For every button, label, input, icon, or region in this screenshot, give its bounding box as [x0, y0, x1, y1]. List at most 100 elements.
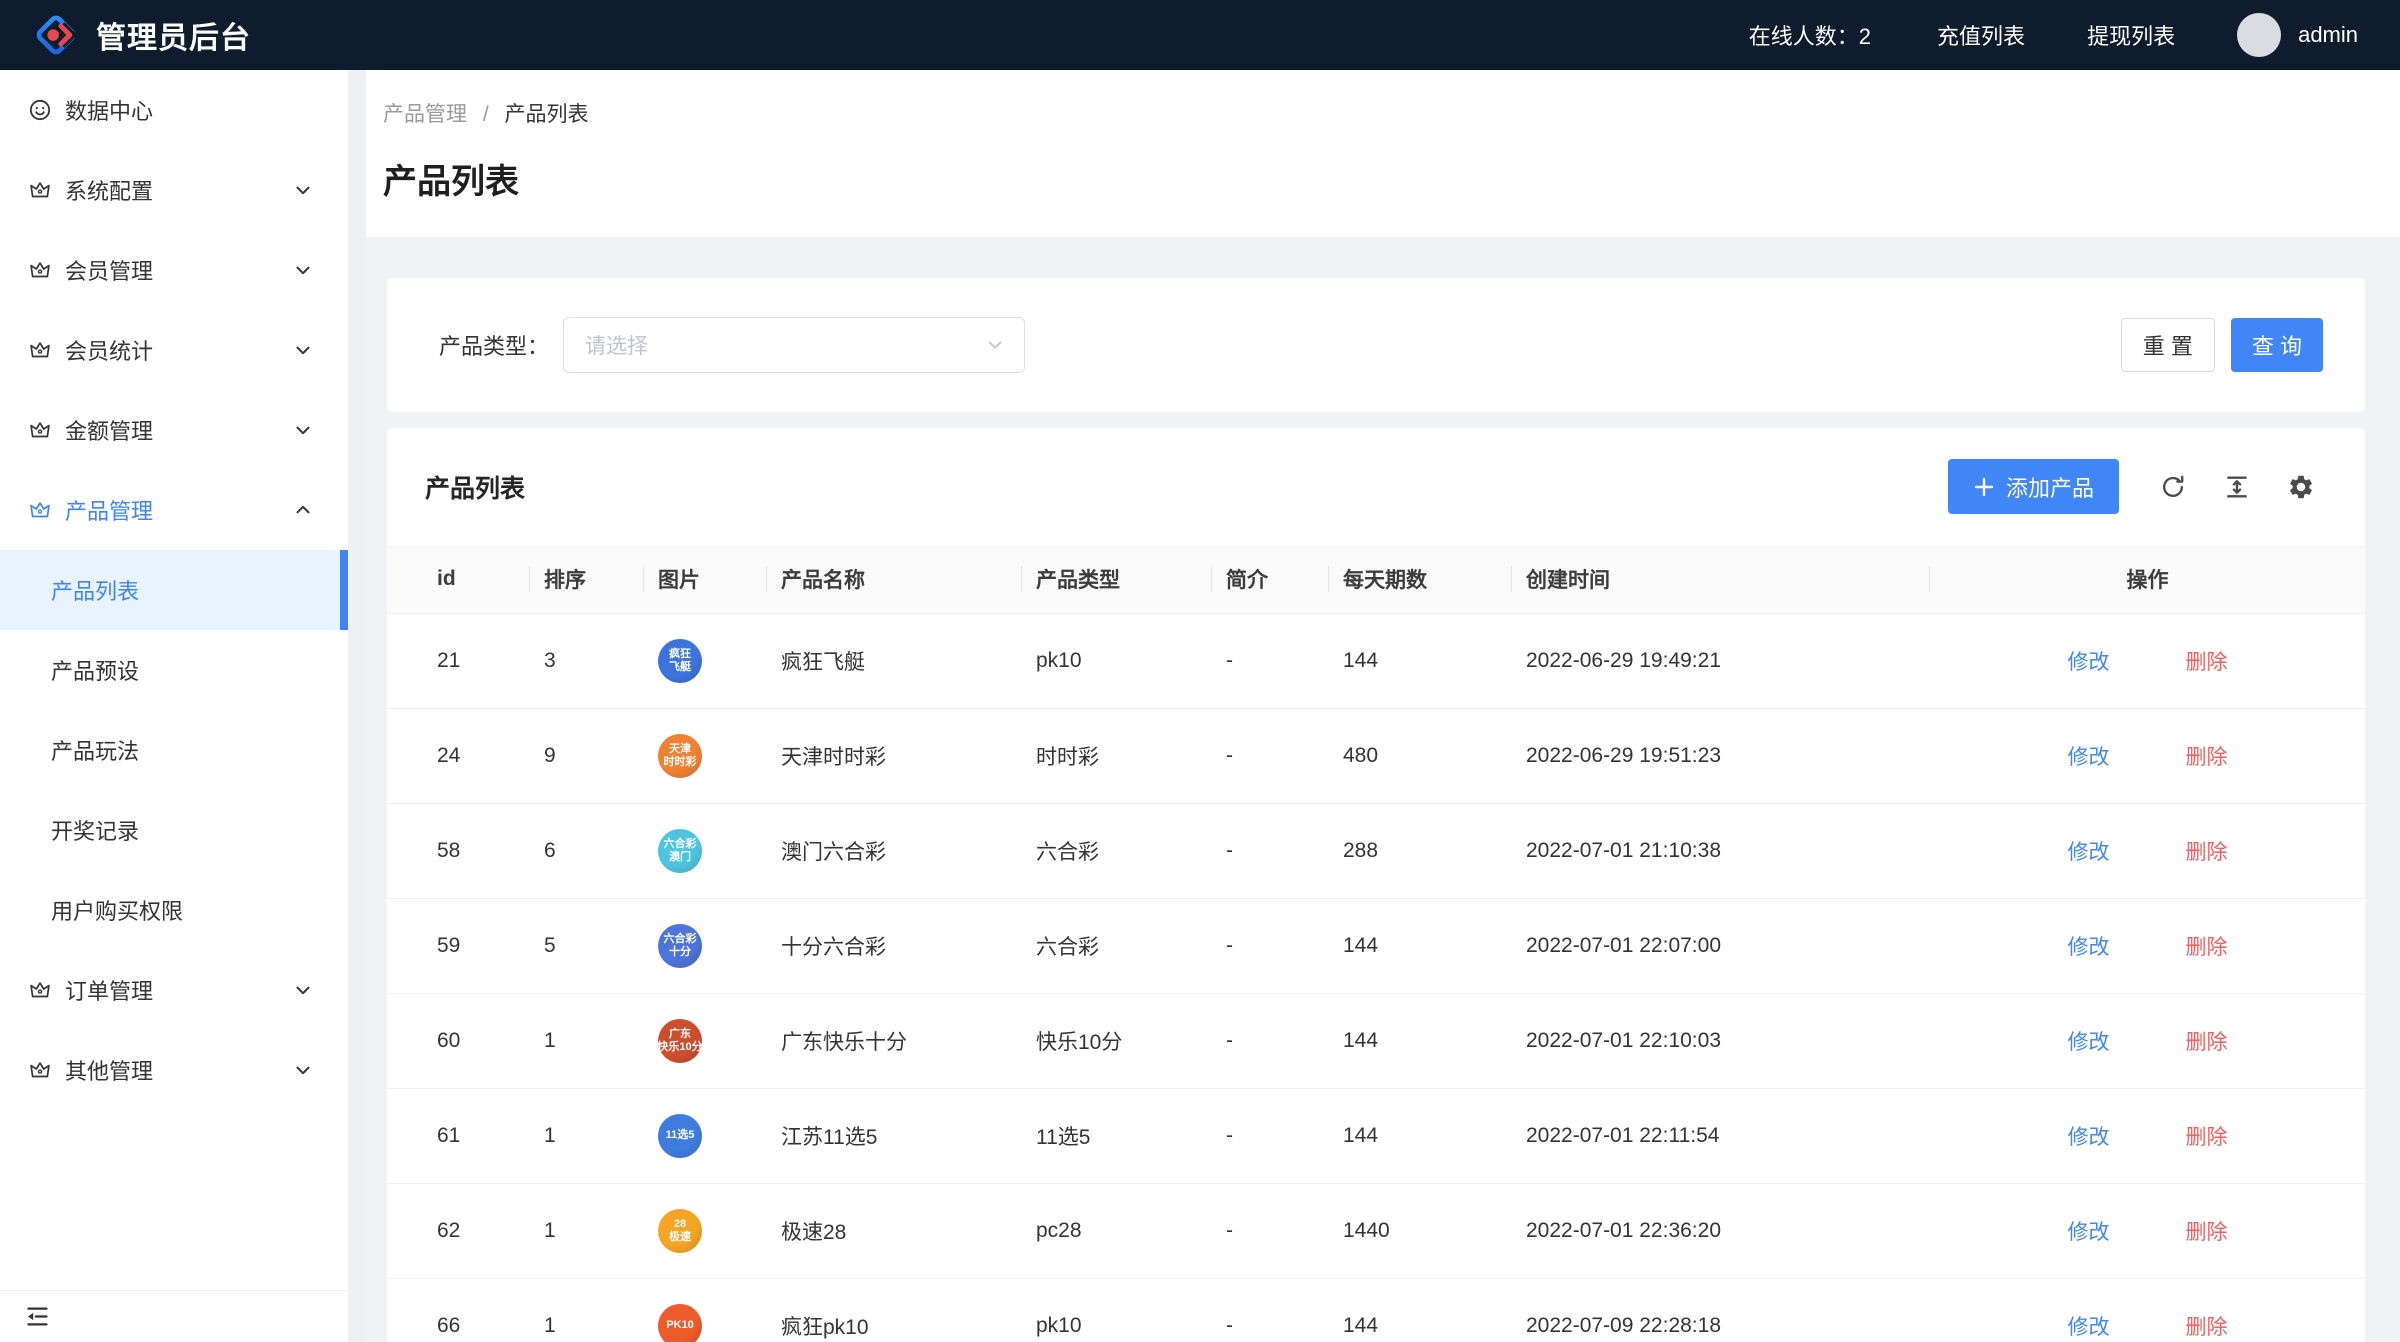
recharge-list-link[interactable]: 充值列表: [1937, 19, 2025, 51]
collapse-sidebar-icon[interactable]: [24, 1303, 51, 1330]
sidebar-item-order-management[interactable]: 订单管理: [0, 950, 348, 1030]
delete-link[interactable]: 删除: [2186, 936, 2228, 959]
search-button[interactable]: 查 询: [2231, 318, 2323, 372]
sidebar-subitem-product-presets[interactable]: 产品预设: [0, 630, 348, 710]
smiley-icon: [28, 98, 52, 122]
delete-link[interactable]: 删除: [2186, 1221, 2228, 1244]
product-image: PK10: [658, 1304, 702, 1342]
add-product-button[interactable]: 添加产品: [1948, 459, 2119, 514]
edit-link[interactable]: 修改: [2068, 1221, 2110, 1244]
sidebar-subitem-user-purchase-permission[interactable]: 用户购买权限: [0, 870, 348, 950]
header-right: 在线人数：2 充值列表 提现列表 admin: [1749, 13, 2358, 57]
cell-image: 广东快乐10分: [644, 993, 767, 1088]
sidebar-item-member-management[interactable]: 会员管理: [0, 230, 348, 310]
table-card-header: 产品列表 添加产品: [387, 428, 2365, 545]
cell-sort: 6: [530, 803, 644, 898]
delete-link[interactable]: 删除: [2186, 651, 2228, 674]
top-header: 管理员后台 在线人数：2 充值列表 提现列表 admin: [0, 0, 2400, 70]
breadcrumb-parent[interactable]: 产品管理: [383, 103, 467, 126]
select-placeholder: 请选择: [585, 330, 648, 360]
product-image: 六合彩澳门: [658, 829, 702, 873]
cell-periods: 144: [1329, 1278, 1512, 1342]
delete-link[interactable]: 删除: [2186, 841, 2228, 864]
cell-image: 疯狂飞艇: [644, 613, 767, 708]
cell-periods: 480: [1329, 708, 1512, 803]
delete-link[interactable]: 删除: [2186, 1126, 2228, 1149]
sidebar-item-product-management[interactable]: 产品管理: [0, 470, 348, 550]
chevron-down-icon: [984, 334, 1006, 356]
crown-icon: [28, 338, 52, 362]
cell-id: 62: [387, 1183, 530, 1278]
cell-actions: 修改 删除: [1930, 708, 2365, 803]
cell-id: 21: [387, 613, 530, 708]
edit-link[interactable]: 修改: [2068, 1316, 2110, 1339]
refresh-icon[interactable]: [2159, 473, 2187, 501]
table-header-row: id排序图片产品名称产品类型简介每天期数创建时间操作: [387, 545, 2365, 613]
column-header: 每天期数: [1329, 545, 1512, 613]
sidebar-item-system-config[interactable]: 系统配置: [0, 150, 348, 230]
delete-link[interactable]: 删除: [2186, 1316, 2228, 1339]
cell-type: 时时彩: [1022, 708, 1212, 803]
withdraw-list-link[interactable]: 提现列表: [2087, 19, 2175, 51]
edit-link[interactable]: 修改: [2068, 651, 2110, 674]
cell-image: 11选5: [644, 1088, 767, 1183]
crown-icon: [28, 418, 52, 442]
delete-link[interactable]: 删除: [2186, 1031, 2228, 1054]
sidebar-item-amount-management[interactable]: 金额管理: [0, 390, 348, 470]
cell-type: 六合彩: [1022, 898, 1212, 993]
crown-icon: [28, 1058, 52, 1082]
cell-created: 2022-06-29 19:49:21: [1512, 613, 1930, 708]
column-header: 创建时间: [1512, 545, 1930, 613]
chevron-down-icon: [292, 259, 314, 281]
breadcrumb-separator: /: [483, 103, 489, 126]
sidebar-subitem-product-play[interactable]: 产品玩法: [0, 710, 348, 790]
product-image: 广东快乐10分: [658, 1019, 702, 1063]
cell-type: pk10: [1022, 1278, 1212, 1342]
user-menu[interactable]: admin: [2237, 13, 2358, 57]
sidebar-item-member-stats[interactable]: 会员统计: [0, 310, 348, 390]
edit-link[interactable]: 修改: [2068, 746, 2110, 769]
cell-actions: 修改 删除: [1930, 1183, 2365, 1278]
sidebar-menu: 数据中心系统配置会员管理会员统计金额管理产品管理产品列表产品预设产品玩法开奖记录…: [0, 70, 348, 1110]
cell-type: pk10: [1022, 613, 1212, 708]
table-row: 595六合彩十分十分六合彩六合彩-1442022-07-01 22:07:00修…: [387, 898, 2365, 993]
edit-link[interactable]: 修改: [2068, 841, 2110, 864]
cell-id: 59: [387, 898, 530, 993]
sidebar-scrollbar[interactable]: [348, 70, 366, 1342]
crown-icon: [28, 978, 52, 1002]
cell-image: PK10: [644, 1278, 767, 1342]
brand[interactable]: 管理员后台: [33, 12, 251, 58]
sidebar-subitem-product-list[interactable]: 产品列表: [0, 550, 348, 630]
cell-name: 疯狂飞艇: [767, 613, 1022, 708]
sidebar-item-label: 会员管理: [65, 254, 292, 286]
chevron-down-icon: [292, 419, 314, 441]
settings-gear-icon[interactable]: [2287, 473, 2315, 501]
cell-intro: -: [1212, 803, 1329, 898]
density-icon[interactable]: [2223, 473, 2251, 501]
cell-intro: -: [1212, 1278, 1329, 1342]
app-title: 管理员后台: [96, 13, 251, 57]
edit-link[interactable]: 修改: [2068, 936, 2110, 959]
edit-link[interactable]: 修改: [2068, 1031, 2110, 1054]
cell-periods: 144: [1329, 898, 1512, 993]
sidebar-subitem-lottery-records[interactable]: 开奖记录: [0, 790, 348, 870]
avatar: [2237, 13, 2281, 57]
cell-image: 六合彩澳门: [644, 803, 767, 898]
delete-link[interactable]: 删除: [2186, 746, 2228, 769]
product-image: 28极速: [658, 1209, 702, 1253]
chevron-down-icon: [292, 339, 314, 361]
sidebar-item-data-center[interactable]: 数据中心: [0, 70, 348, 150]
table-row: 586六合彩澳门澳门六合彩六合彩-2882022-07-01 21:10:38修…: [387, 803, 2365, 898]
cell-created: 2022-07-01 22:36:20: [1512, 1183, 1930, 1278]
cell-name: 广东快乐十分: [767, 993, 1022, 1088]
reset-button[interactable]: 重 置: [2121, 318, 2215, 372]
product-table: id排序图片产品名称产品类型简介每天期数创建时间操作 213疯狂飞艇疯狂飞艇pk…: [387, 545, 2365, 1342]
cell-name: 澳门六合彩: [767, 803, 1022, 898]
cell-intro: -: [1212, 708, 1329, 803]
cell-actions: 修改 删除: [1930, 993, 2365, 1088]
sidebar-item-other-management[interactable]: 其他管理: [0, 1030, 348, 1110]
product-type-select[interactable]: 请选择: [563, 317, 1025, 373]
edit-link[interactable]: 修改: [2068, 1126, 2110, 1149]
cell-intro: -: [1212, 613, 1329, 708]
main-content: 产品管理 / 产品列表 产品列表 产品类型： 请选择 重 置 查 询 产品列表: [366, 70, 2400, 1342]
